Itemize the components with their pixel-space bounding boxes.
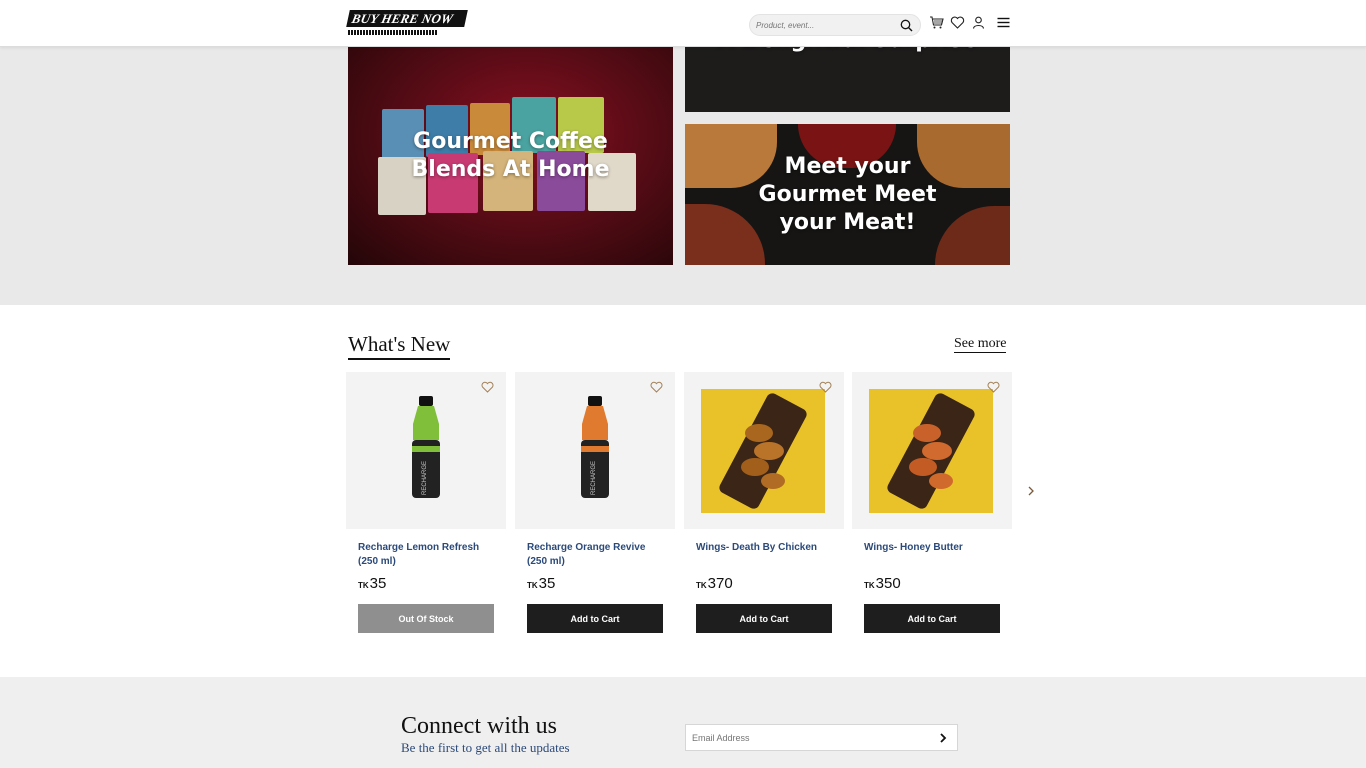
- product-price: TK370: [696, 575, 733, 592]
- email-input[interactable]: [692, 731, 922, 745]
- product-name[interactable]: Recharge Lemon Refresh (250 ml): [358, 541, 498, 569]
- currency-label: TK: [527, 581, 538, 590]
- svg-text:RECHARGE: RECHARGE: [422, 461, 428, 495]
- cart-icon[interactable]: [929, 15, 944, 30]
- chicken-wings-photo: [701, 389, 825, 513]
- surprise-banner-title: A Delightful Surprise: [718, 47, 978, 55]
- site-header: BUY HERE NOW: [0, 0, 1366, 47]
- product-name[interactable]: Recharge Orange Revive (250 ml): [527, 541, 667, 569]
- lemon-drink-bottle: RECHARGE: [412, 396, 440, 498]
- currency-label: TK: [864, 581, 875, 590]
- add-to-cart-button[interactable]: Add to Cart: [527, 604, 663, 633]
- product-card[interactable]: RECHARGE Recharge Orange Revive (250 ml)…: [515, 372, 675, 642]
- site-logo[interactable]: BUY HERE NOW: [346, 10, 468, 36]
- out-of-stock-button[interactable]: Out Of Stock: [358, 604, 494, 633]
- chevron-right-icon[interactable]: [1025, 485, 1037, 497]
- wishlist-heart-icon[interactable]: [819, 381, 832, 393]
- product-image[interactable]: [852, 372, 1012, 529]
- price-value: 370: [707, 575, 733, 592]
- currency-label: TK: [696, 581, 707, 590]
- product-card[interactable]: RECHARGE Recharge Lemon Refresh (250 ml)…: [346, 372, 506, 642]
- product-price: TK35: [358, 575, 386, 592]
- product-card[interactable]: Wings- Death By Chicken TK370 Add to Car…: [684, 372, 844, 642]
- newsletter-title: Connect with us: [401, 713, 557, 739]
- logo-text: BUY HERE NOW: [346, 10, 468, 27]
- logo-barcode: [348, 30, 438, 35]
- newsletter-subtitle: Be the first to get all the updates: [401, 740, 570, 755]
- price-value: 35: [538, 575, 556, 592]
- product-card[interactable]: Wings- Honey Butter TK350 Add to Cart: [852, 372, 1012, 642]
- surprise-banner[interactable]: A Delightful Surprise: [685, 47, 1010, 112]
- price-value: 350: [875, 575, 901, 592]
- hero-banner-section: Gourmet Coffee Blends At Home A Delightf…: [0, 47, 1366, 305]
- honey-butter-wings-photo: [869, 389, 993, 513]
- add-to-cart-button[interactable]: Add to Cart: [696, 604, 832, 633]
- add-to-cart-button[interactable]: Add to Cart: [864, 604, 1000, 633]
- product-image[interactable]: [684, 372, 844, 529]
- heart-icon[interactable]: [950, 15, 965, 30]
- see-more-link[interactable]: See more: [954, 336, 1007, 353]
- section-title-whats-new: What's New: [348, 332, 451, 360]
- arrow-right-icon[interactable]: [937, 732, 949, 744]
- svg-text:RECHARGE: RECHARGE: [591, 461, 597, 495]
- wishlist-heart-icon[interactable]: [481, 381, 494, 393]
- orange-drink-bottle: RECHARGE: [581, 396, 609, 498]
- product-price: TK350: [864, 575, 901, 592]
- product-name[interactable]: Wings- Death By Chicken: [696, 541, 836, 555]
- coffee-banner-title: Gourmet Coffee Blends At Home: [411, 129, 610, 182]
- newsletter-section: [0, 677, 1366, 768]
- wishlist-heart-icon[interactable]: [650, 381, 663, 393]
- product-name[interactable]: Wings- Honey Butter: [864, 541, 1004, 555]
- wishlist-heart-icon[interactable]: [987, 381, 1000, 393]
- product-image[interactable]: RECHARGE: [346, 372, 506, 529]
- user-icon[interactable]: [971, 15, 986, 30]
- price-value: 35: [369, 575, 387, 592]
- meat-banner-title: Meet your Gourmet Meet your Meat!: [758, 153, 937, 235]
- search-input[interactable]: [756, 17, 896, 33]
- meat-banner[interactable]: Meet your Gourmet Meet your Meat!: [685, 124, 1010, 265]
- menu-icon[interactable]: [996, 15, 1011, 30]
- product-price: TK35: [527, 575, 555, 592]
- product-image[interactable]: RECHARGE: [515, 372, 675, 529]
- email-subscribe-box: [685, 724, 958, 751]
- search-bar: [749, 14, 921, 36]
- currency-label: TK: [358, 581, 369, 590]
- search-icon[interactable]: [900, 19, 913, 32]
- coffee-banner[interactable]: Gourmet Coffee Blends At Home: [348, 47, 673, 265]
